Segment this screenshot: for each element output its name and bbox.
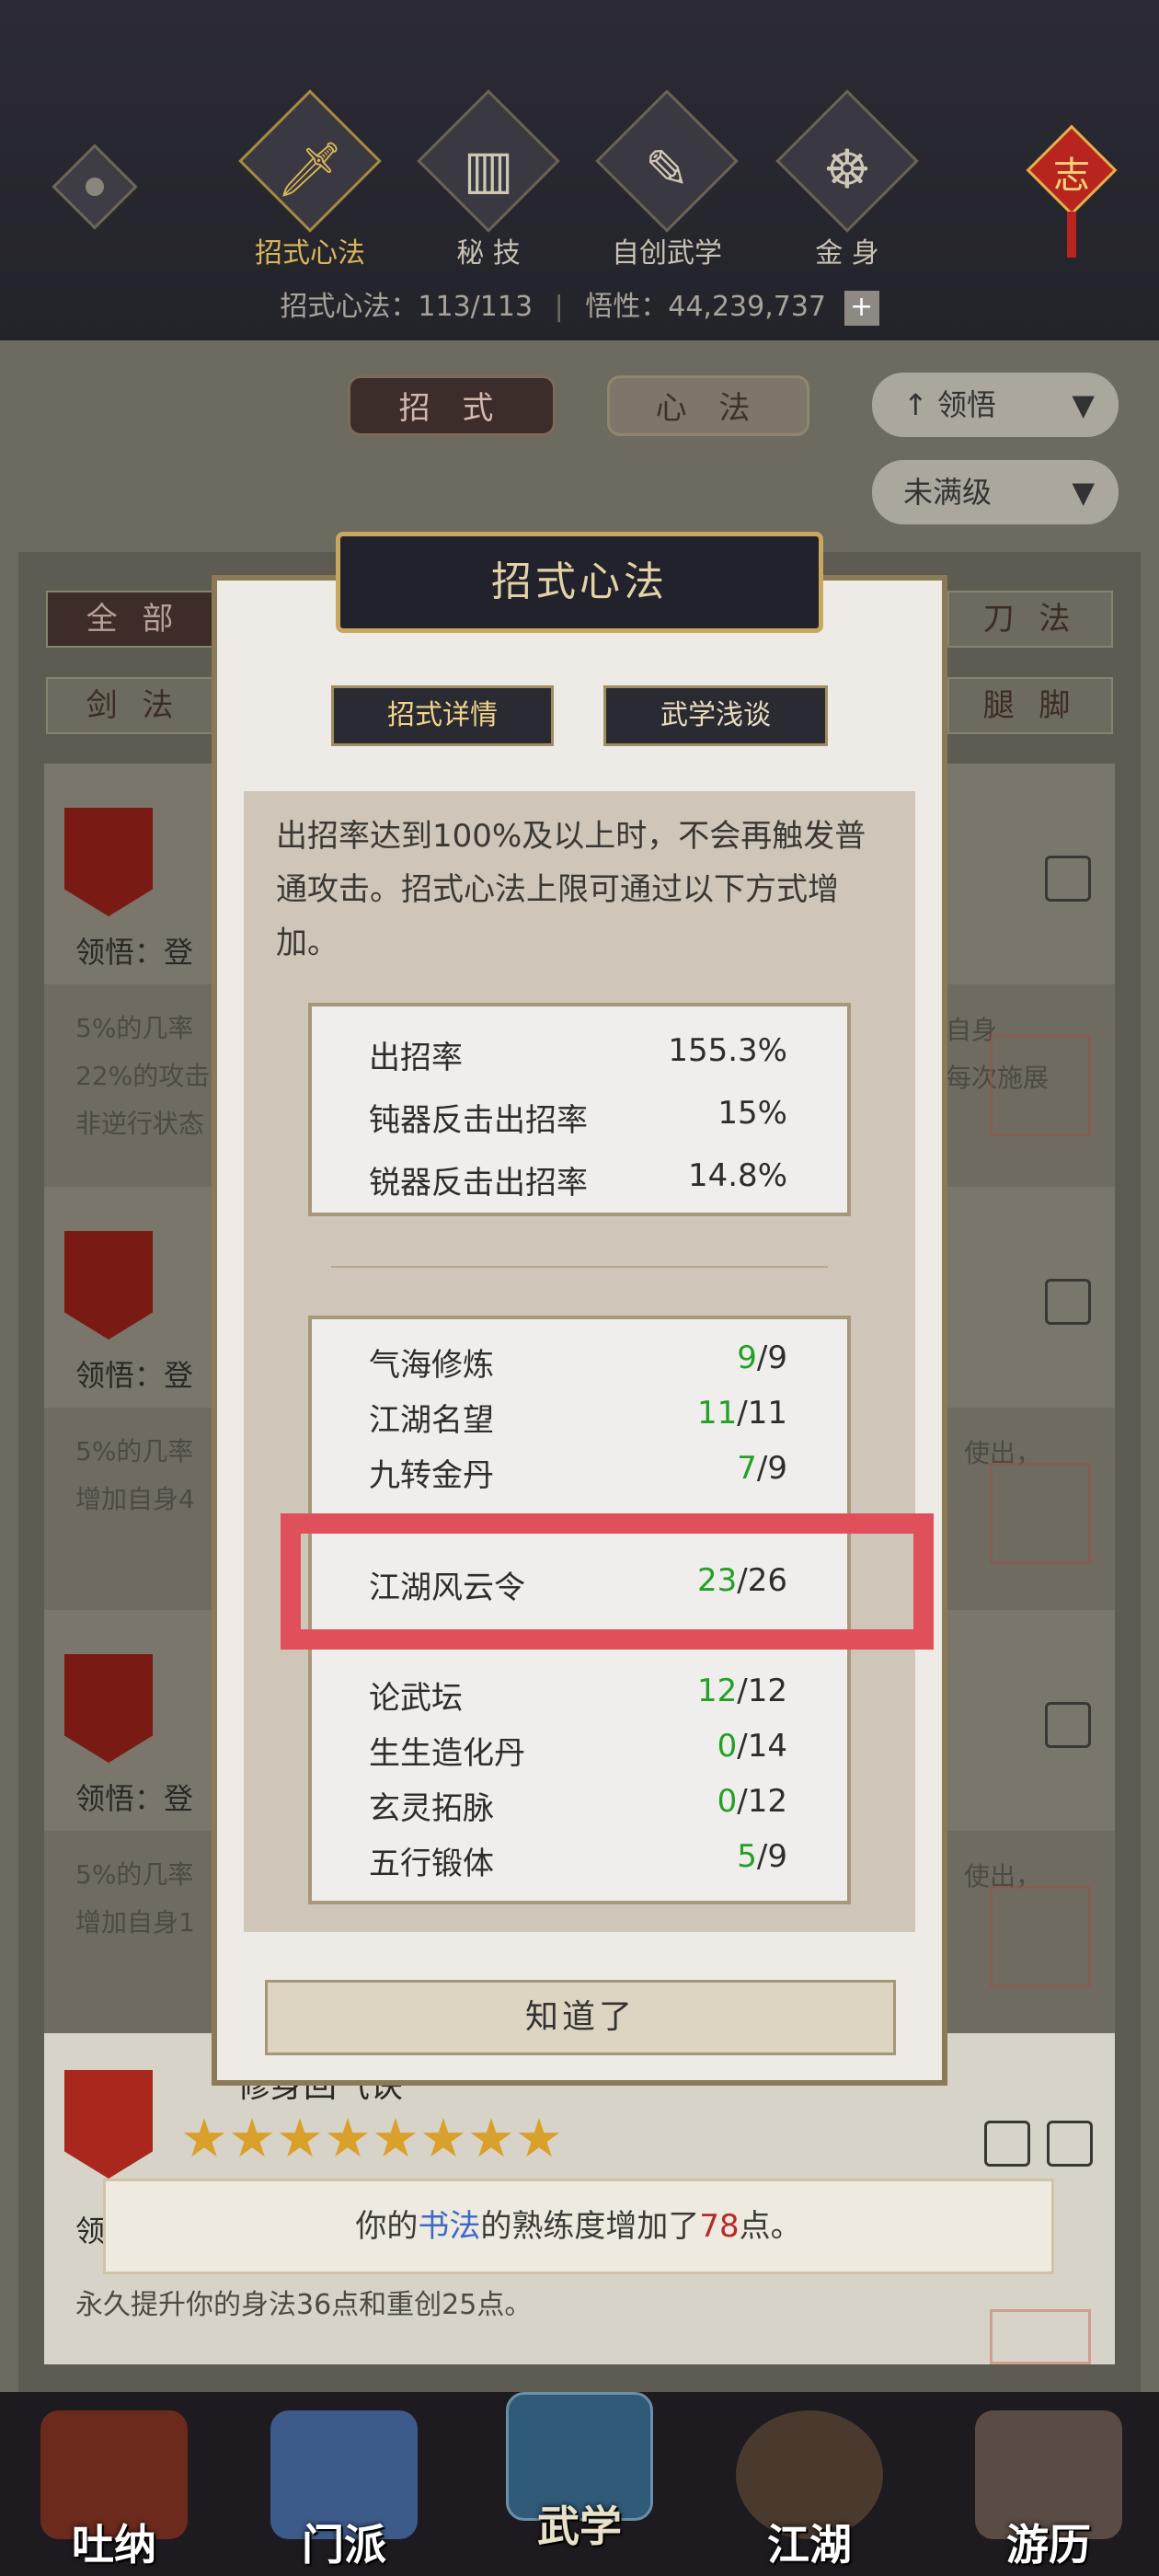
source-row: 论武坛 12/12 — [369, 1673, 787, 1718]
source-max: /12 — [737, 1783, 787, 1820]
nav-wuxue[interactable]: 武学 — [488, 2374, 671, 2558]
source-value: 11/11 — [697, 1395, 787, 1432]
source-label: 气海修炼 — [369, 1347, 494, 1384]
rate-value: 14.8% — [687, 1157, 787, 1194]
toast-middle: 的熟练度增加了 — [480, 2208, 700, 2245]
source-value: 7/9 — [737, 1450, 787, 1487]
source-label: 论武坛 — [369, 1680, 463, 1717]
rate-label: 出招率 — [369, 1040, 463, 1076]
source-row: 九转金丹 7/9 — [369, 1450, 787, 1495]
source-max: /12 — [737, 1673, 787, 1709]
nav-label: 门派 — [302, 2520, 386, 2570]
nav-tuna[interactable]: 吐纳 — [22, 2392, 206, 2576]
rate-label: 钝器反击出招率 — [369, 1102, 588, 1139]
source-label: 九转金丹 — [369, 1457, 494, 1494]
source-max: /9 — [756, 1450, 787, 1487]
source-value: 9/9 — [737, 1340, 787, 1376]
rate-row: 钝器反击出招率 15% — [369, 1095, 787, 1140]
nav-label: 游历 — [1006, 2520, 1091, 2570]
nav-label: 武学 — [537, 2501, 622, 2551]
source-current: 0 — [717, 1728, 738, 1765]
source-max: /9 — [756, 1340, 787, 1376]
nav-menpai[interactable]: 门派 — [252, 2392, 436, 2576]
source-current: 5 — [737, 1838, 757, 1875]
source-row: 江湖名望 11/11 — [369, 1395, 787, 1440]
source-current: 0 — [717, 1783, 738, 1820]
source-label: 江湖名望 — [369, 1402, 494, 1439]
rate-value: 15% — [717, 1095, 787, 1132]
rates-box: 出招率 155.3% 钝器反击出招率 15% 锐器反击出招率 14.8% — [308, 1003, 851, 1216]
nav-youli[interactable]: 游历 — [957, 2392, 1141, 2576]
source-max: /9 — [756, 1838, 787, 1875]
source-value: 12/12 — [697, 1673, 787, 1709]
toast-amount: 78 — [699, 2208, 740, 2245]
source-label: 生生造化丹 — [369, 1735, 525, 1772]
source-current: 9 — [737, 1340, 757, 1376]
tab-wuxue-talk[interactable]: 武学浅谈 — [603, 685, 828, 746]
toast-message: 你的书法的熟练度增加了78点。 — [103, 2179, 1054, 2274]
source-value: 0/14 — [717, 1728, 787, 1765]
source-current: 12 — [697, 1673, 738, 1709]
source-row: 玄灵拓脉 0/12 — [369, 1783, 787, 1828]
source-row: 生生造化丹 0/14 — [369, 1728, 787, 1773]
nav-label: 吐纳 — [72, 2520, 156, 2570]
source-row: 五行锻体 5/9 — [369, 1838, 787, 1883]
rate-label: 锐器反击出招率 — [369, 1165, 588, 1202]
ornament-divider — [331, 1266, 828, 1268]
rate-row: 锐器反击出招率 14.8% — [369, 1157, 787, 1202]
source-current: 7 — [737, 1450, 757, 1487]
highlight-box — [281, 1513, 934, 1650]
dialog-title: 招式心法 — [336, 532, 823, 633]
source-max: /11 — [737, 1395, 787, 1432]
tab-zhaoshi-detail[interactable]: 招式详情 — [331, 685, 554, 746]
toast-prefix: 你的 — [355, 2208, 419, 2245]
ok-button[interactable]: 知道了 — [265, 1980, 896, 2055]
toast-suffix: 点。 — [739, 2208, 802, 2245]
nav-label: 江湖 — [767, 2520, 852, 2570]
source-row: 气海修炼 9/9 — [369, 1340, 787, 1385]
rate-row: 出招率 155.3% — [369, 1032, 787, 1077]
source-value: 0/12 — [717, 1783, 787, 1820]
source-label: 玄灵拓脉 — [369, 1790, 494, 1827]
dialog-intro: 出招率达到100%及以上时，不会再触发普通攻击。招式心法上限可通过以下方式增加。 — [276, 818, 866, 961]
source-value: 5/9 — [737, 1838, 787, 1875]
source-max: /14 — [737, 1728, 787, 1765]
rate-value: 155.3% — [668, 1032, 787, 1069]
toast-skill: 书法 — [418, 2208, 481, 2245]
source-current: 11 — [697, 1395, 738, 1432]
source-label: 五行锻体 — [369, 1846, 494, 1882]
nav-jianghu[interactable]: 江湖 — [717, 2392, 901, 2576]
